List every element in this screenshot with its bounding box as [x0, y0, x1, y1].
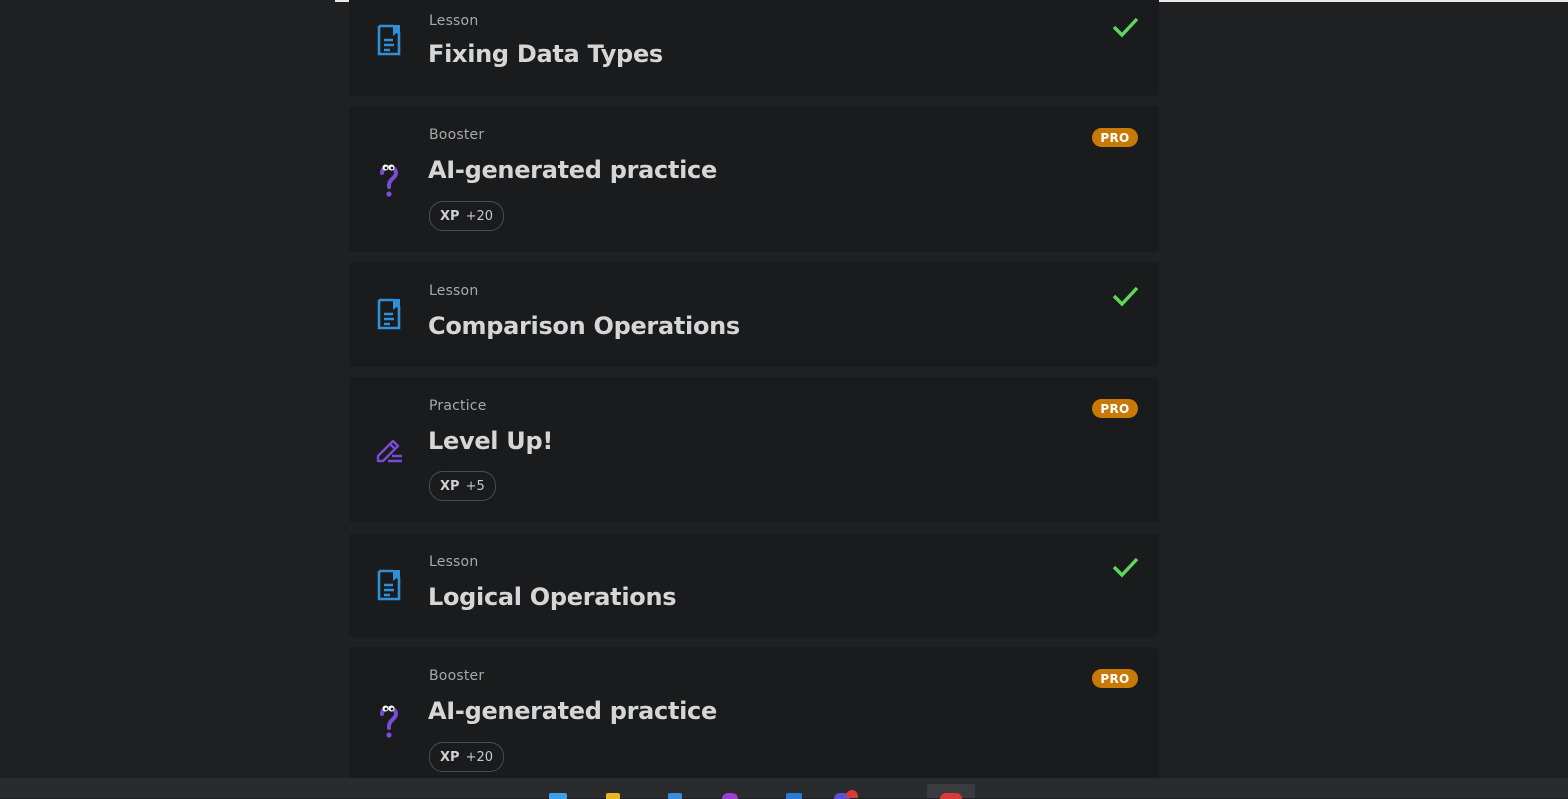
list-item-booster[interactable]: Booster AI-generated practice XP +20 PRO: [349, 106, 1159, 252]
item-type-label: Booster: [429, 668, 485, 684]
pro-badge: PRO: [1092, 669, 1138, 688]
app-icon[interactable]: [786, 793, 802, 799]
xp-reward-badge: XP +5: [429, 471, 496, 501]
item-title: Logical Operations: [428, 583, 677, 611]
check-icon: [1112, 286, 1139, 307]
lesson-icon: [373, 567, 405, 603]
check-icon: [1112, 17, 1139, 38]
start-icon[interactable]: [549, 793, 567, 799]
xp-value: +5: [465, 478, 485, 494]
folder-icon[interactable]: [606, 793, 620, 799]
pro-badge: PRO: [1092, 128, 1138, 147]
xp-reward-badge: XP +20: [429, 201, 504, 231]
xp-value: +20: [465, 208, 493, 224]
item-title: Level Up!: [428, 427, 553, 455]
app-icon[interactable]: [722, 793, 738, 799]
item-title: Comparison Operations: [428, 312, 740, 340]
practice-pencil-icon: [373, 431, 405, 467]
item-title: Fixing Data Types: [428, 40, 663, 68]
list-item-practice[interactable]: Practice Level Up! XP +5 PRO: [349, 377, 1159, 523]
list-item-lesson[interactable]: Lesson Fixing Data Types: [349, 0, 1159, 96]
list-item-lesson[interactable]: Lesson Comparison Operations: [349, 262, 1159, 367]
app-icon[interactable]: [668, 793, 682, 799]
item-title: AI-generated practice: [428, 156, 717, 184]
notification-badge-icon: [846, 790, 858, 798]
item-type-label: Booster: [429, 127, 485, 143]
xp-label: XP: [440, 478, 460, 494]
booster-question-icon: [373, 703, 405, 739]
xp-label: XP: [440, 208, 460, 224]
check-icon: [1112, 557, 1139, 578]
item-type-label: Lesson: [429, 283, 479, 299]
item-title: AI-generated practice: [428, 697, 717, 725]
item-type-label: Lesson: [429, 13, 479, 29]
xp-label: XP: [440, 749, 460, 765]
browser-icon[interactable]: [940, 793, 962, 799]
list-item-lesson[interactable]: Lesson Logical Operations: [349, 533, 1159, 637]
pro-badge: PRO: [1092, 399, 1138, 418]
xp-value: +20: [465, 749, 493, 765]
item-type-label: Practice: [429, 398, 487, 414]
os-taskbar: [0, 778, 1568, 799]
booster-question-icon: [373, 162, 405, 198]
lesson-icon: [373, 22, 405, 58]
item-type-label: Lesson: [429, 554, 479, 570]
lesson-icon: [373, 296, 405, 332]
xp-reward-badge: XP +20: [429, 742, 504, 772]
course-item-list: Lesson Fixing Data Types Booster AI-gene…: [349, 0, 1159, 778]
list-item-booster[interactable]: Booster AI-generated practice XP +20 PRO: [349, 647, 1159, 778]
